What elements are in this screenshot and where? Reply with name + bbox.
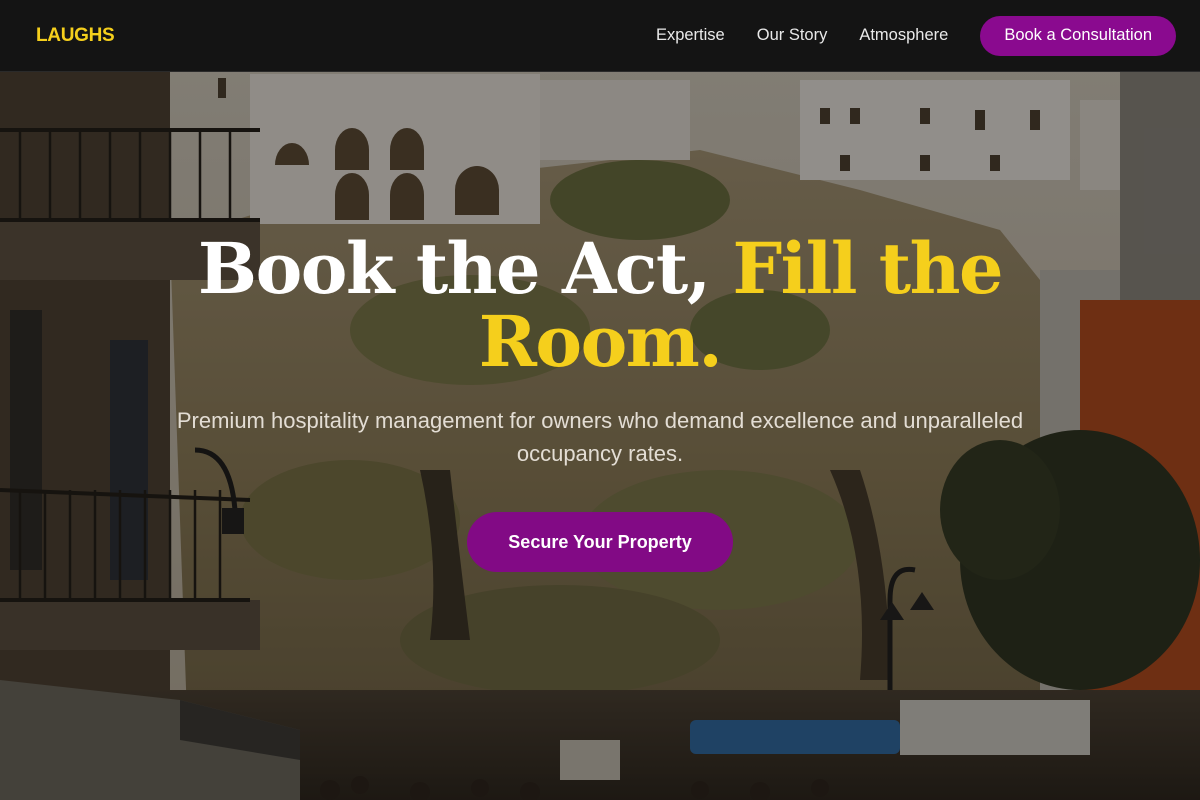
brand-logo[interactable]: LAUGHS [36,25,115,47]
secure-property-button[interactable]: Secure Your Property [467,512,733,572]
top-nav-bar: LAUGHS Expertise Our Story Atmosphere Bo… [0,0,1200,72]
nav-link-atmosphere[interactable]: Atmosphere [859,26,948,45]
hero-headline: Book the Act, Fill the Room. [150,232,1050,378]
nav-link-expertise[interactable]: Expertise [656,26,725,45]
nav-link-our-story[interactable]: Our Story [757,26,828,45]
book-consultation-button[interactable]: Book a Consultation [980,15,1176,56]
headline-white-text: Book the Act, [197,227,733,310]
hero-subtitle: Premium hospitality management for owner… [176,408,1024,466]
nav-links: Expertise Our Story Atmosphere Book a Co… [656,15,1176,56]
hero-content: Book the Act, Fill the Room. Premium hos… [0,232,1200,572]
